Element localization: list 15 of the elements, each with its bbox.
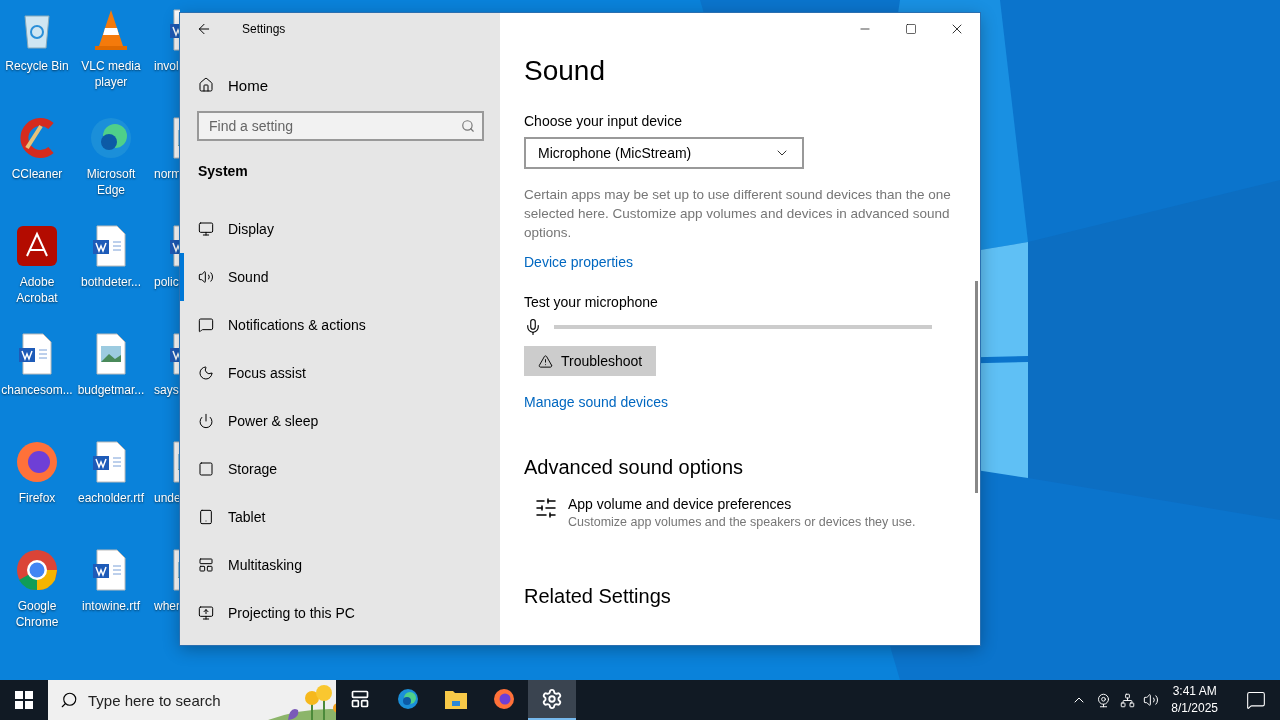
browser-icon [396,687,420,711]
camera-icon [1095,692,1111,708]
folder-icon [444,688,468,710]
speaker-icon [1143,692,1160,708]
taskbar-search-box[interactable]: Type here to search [48,680,336,720]
notification-icon [1246,690,1266,710]
browser-icon [492,687,516,711]
windows-icon [15,691,33,709]
settings-icon [541,688,563,710]
network-icon [1119,692,1135,708]
search-icon [60,691,78,709]
taskbar-app-button[interactable] [528,680,576,720]
task-view-icon [350,689,370,709]
clock-time[interactable]: 3:41 AM [1172,683,1217,700]
clock-date[interactable]: 8/1/2025 [1171,700,1218,717]
